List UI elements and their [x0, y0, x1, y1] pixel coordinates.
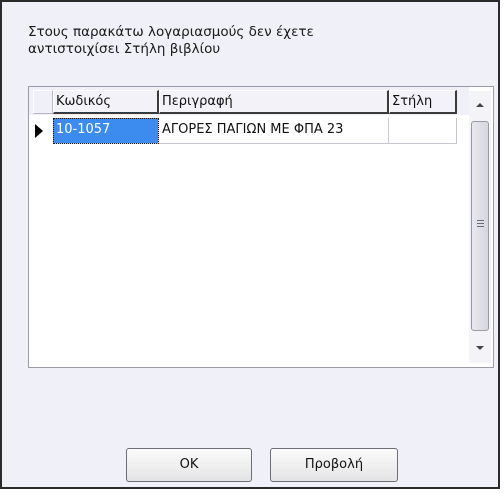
accounts-grid[interactable]: Κωδικός Περιγραφή Στήλη 10-1057 ΑΓΟΡΕΣ Π…	[28, 86, 494, 368]
column-header-book-column[interactable]: Στήλη	[389, 90, 457, 114]
vertical-scrollbar[interactable]	[469, 91, 491, 363]
header-indicator-cell	[33, 90, 53, 114]
ok-button[interactable]: OK	[126, 448, 252, 482]
dialog-window: Στους παρακάτω λογαριασμούς δεν έχετε αν…	[0, 0, 500, 489]
view-button[interactable]: Προβολή	[270, 448, 398, 482]
dialog-message: Στους παρακάτω λογαριασμούς δεν έχετε αν…	[28, 24, 408, 58]
message-line-2: αντιστοιχίσει Στήλη βιβλίου	[28, 41, 221, 57]
cell-description[interactable]: ΑΓΟΡΕΣ ΠΑΓΙΩΝ ΜΕ ΦΠΑ 23	[159, 118, 389, 144]
cell-book-column[interactable]	[389, 118, 457, 144]
scroll-thumb[interactable]	[471, 121, 489, 331]
message-line-1: Στους παρακάτω λογαριασμούς δεν έχετε	[28, 24, 314, 40]
cell-code[interactable]: 10-1057	[53, 118, 159, 144]
current-row-arrow-icon	[35, 124, 43, 138]
grid-header: Κωδικός Περιγραφή Στήλη	[29, 87, 469, 115]
grip-icon	[477, 220, 484, 228]
column-header-code[interactable]: Κωδικός	[53, 90, 159, 114]
arrow-down-icon	[476, 346, 484, 350]
arrow-up-icon	[476, 103, 484, 107]
scroll-down-button[interactable]	[469, 337, 491, 359]
column-header-description[interactable]: Περιγραφή	[159, 90, 389, 114]
scroll-up-button[interactable]	[469, 95, 491, 117]
table-row[interactable]: 10-1057 ΑΓΟΡΕΣ ΠΑΓΙΩΝ ΜΕ ΦΠΑ 23	[29, 118, 459, 144]
